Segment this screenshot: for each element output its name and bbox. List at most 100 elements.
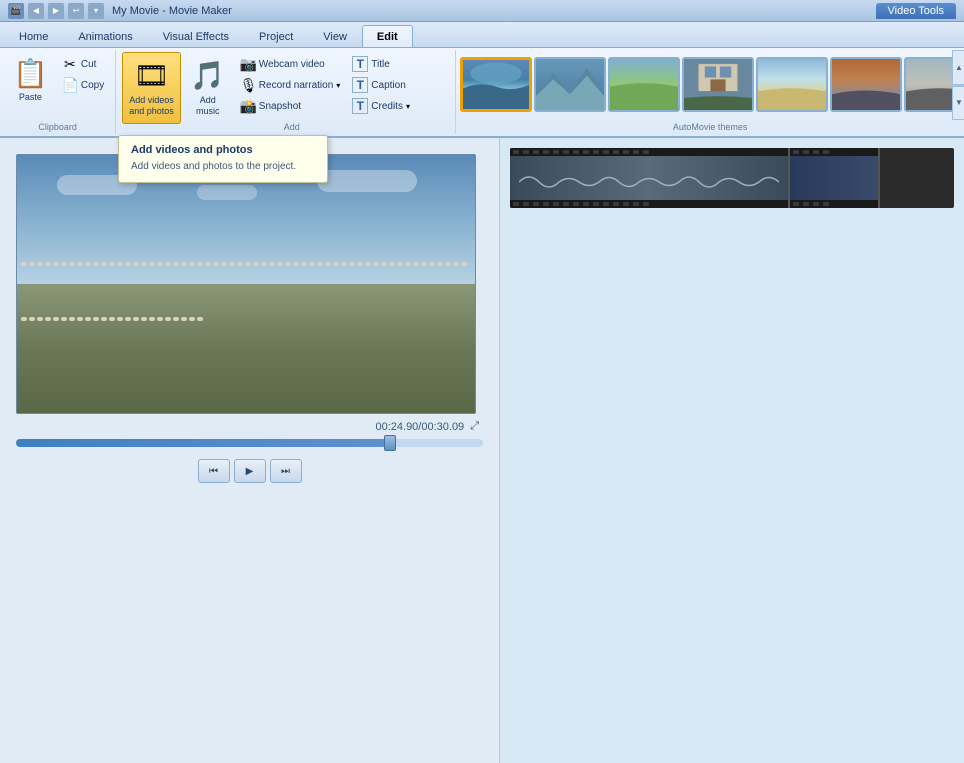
tab-project[interactable]: Project: [244, 25, 308, 47]
cut-icon: ✂: [62, 56, 78, 73]
film-hole: [533, 202, 539, 206]
bird: [293, 262, 299, 266]
film-hole: [813, 150, 819, 154]
bird: [21, 317, 27, 321]
video-preview: [16, 154, 476, 414]
film-hole: [803, 202, 809, 206]
tab-home[interactable]: Home: [4, 25, 63, 47]
bird: [205, 262, 211, 266]
themes-scroll-down[interactable]: ▼: [952, 86, 964, 121]
film-hole: [513, 202, 519, 206]
quick-access-undo[interactable]: ↩: [68, 3, 84, 19]
narration-button[interactable]: 🎙 Record narration ▾: [235, 75, 346, 95]
add-videos-button[interactable]: 🎞 Add videosand photos: [122, 52, 181, 124]
film-hole: [523, 202, 529, 206]
theme-thumb-5[interactable]: [756, 57, 828, 112]
theme-thumb-6[interactable]: [830, 57, 902, 112]
bird: [389, 262, 395, 266]
film-hole: [633, 202, 639, 206]
progress-bar[interactable]: [16, 439, 483, 447]
copy-button[interactable]: 📄 Copy: [57, 75, 109, 95]
tab-visual-effects[interactable]: Visual Effects: [148, 25, 244, 47]
bird: [157, 262, 163, 266]
theme-thumb-3[interactable]: [608, 57, 680, 112]
title-bar: 🎬 ◀ ▶ ↩ ▾ My Movie - Movie Maker Video T…: [0, 0, 964, 22]
expand-icon[interactable]: ⤢: [470, 420, 479, 433]
add-music-button[interactable]: 🎵 Addmusic: [183, 52, 233, 124]
bird: [101, 262, 107, 266]
ribbon-tabs: Home Animations Visual Effects Project V…: [0, 22, 964, 48]
timeline-strip[interactable]: [510, 148, 954, 208]
bird: [125, 262, 131, 266]
bird: [173, 317, 179, 321]
tab-edit[interactable]: Edit: [362, 25, 413, 47]
snapshot-label: Snapshot: [259, 101, 301, 112]
tooltip-body: Add videos and photos to the project.: [131, 160, 315, 174]
credits-button[interactable]: T Credits ▾: [347, 96, 415, 116]
film-hole: [543, 150, 549, 154]
bird: [349, 262, 355, 266]
bird: [213, 262, 219, 266]
add-music-icon: 🎵: [190, 57, 226, 93]
timeline-segment-1[interactable]: [510, 148, 790, 208]
bird: [133, 262, 139, 266]
film-hole: [613, 202, 619, 206]
bird: [117, 317, 123, 321]
theme-thumb-1[interactable]: [460, 57, 532, 112]
bird: [69, 317, 75, 321]
bird: [69, 262, 75, 266]
timeline-segment-2[interactable]: [790, 148, 880, 208]
bird: [93, 317, 99, 321]
bird: [429, 262, 435, 266]
snapshot-button[interactable]: 📸 Snapshot: [235, 96, 346, 116]
bird: [309, 262, 315, 266]
bird: [141, 317, 147, 321]
paste-button[interactable]: 📋 Paste: [6, 52, 55, 124]
bird: [181, 262, 187, 266]
webcam-button[interactable]: 📷 Webcam video: [235, 54, 346, 74]
progress-fill: [16, 439, 390, 447]
cloud-2: [197, 185, 257, 200]
film-hole: [513, 150, 519, 154]
title-button[interactable]: T Title: [347, 54, 415, 74]
bird: [285, 262, 291, 266]
forward-button[interactable]: ⏭: [270, 459, 302, 483]
themes-scroll-up[interactable]: ▲: [952, 50, 964, 85]
cut-button[interactable]: ✂ Cut: [57, 54, 109, 74]
film-hole: [623, 150, 629, 154]
caption-label: Caption: [371, 80, 405, 91]
bird: [93, 262, 99, 266]
bird: [277, 262, 283, 266]
play-button[interactable]: ▶: [234, 459, 266, 483]
bird: [413, 262, 419, 266]
app-icon: 🎬: [8, 3, 24, 19]
caption-button[interactable]: T Caption: [347, 75, 415, 95]
theme-thumb-4[interactable]: [682, 57, 754, 112]
film-strip-bottom-1: [510, 200, 788, 208]
quick-access-forward[interactable]: ▶: [48, 3, 64, 19]
bird: [357, 262, 363, 266]
quick-access-dropdown[interactable]: ▾: [88, 3, 104, 19]
main-area: Add videos and photos Add videos and pho…: [0, 138, 964, 763]
paste-icon: 📋: [13, 57, 48, 90]
bird: [189, 317, 195, 321]
film-strip-top-2: [790, 148, 878, 156]
rewind-button[interactable]: ⏮: [198, 459, 230, 483]
progress-thumb[interactable]: [384, 435, 396, 451]
credits-label: Credits: [371, 101, 403, 112]
add-group: 🎞 Add videosand photos 🎵 Addmusic 📷 Webc…: [116, 50, 456, 134]
bird: [189, 262, 195, 266]
bird: [269, 262, 275, 266]
bird: [141, 262, 147, 266]
film-hole: [623, 202, 629, 206]
window-title: My Movie - Movie Maker: [112, 5, 876, 17]
theme-thumb-2[interactable]: [534, 57, 606, 112]
quick-access-back[interactable]: ◀: [28, 3, 44, 19]
tab-view[interactable]: View: [308, 25, 362, 47]
tab-animations[interactable]: Animations: [63, 25, 147, 47]
film-hole: [813, 202, 819, 206]
add-label: Add: [122, 122, 461, 132]
timeline-area: [500, 138, 964, 763]
bird: [245, 262, 251, 266]
play-icon: ▶: [246, 466, 254, 477]
